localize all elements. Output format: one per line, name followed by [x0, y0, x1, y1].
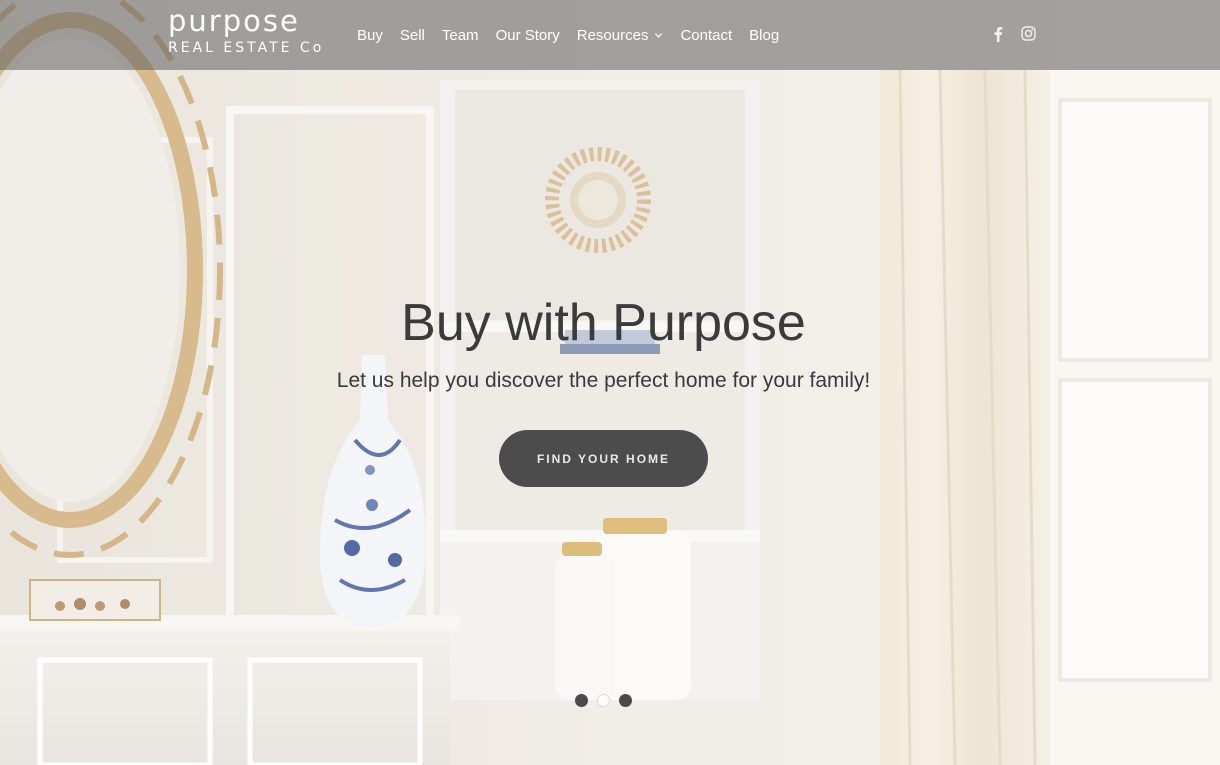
hero-subtitle: Let us help you discover the perfect hom… — [336, 369, 871, 392]
site-header: purpose REAL ESTATE Co Buy Sell Team Our… — [0, 0, 1220, 70]
chevron-down-icon — [655, 32, 663, 38]
nav-item-team[interactable]: Team — [442, 27, 479, 44]
hero-slider: purpose REAL ESTATE Co Buy Sell Team Our… — [0, 0, 1220, 765]
brand-name: purpose — [168, 4, 300, 38]
slider-dot-3[interactable] — [619, 694, 632, 707]
main-nav: Buy Sell Team Our Story Resources Contac… — [357, 24, 796, 46]
nav-item-blog[interactable]: Blog — [749, 27, 779, 44]
nav-item-resources[interactable]: Resources — [577, 27, 664, 44]
hero-title: Buy with Purpose — [401, 294, 806, 352]
slider-dot-2[interactable] — [597, 694, 610, 707]
nav-item-contact[interactable]: Contact — [680, 27, 732, 44]
nav-item-resources-label: Resources — [576, 26, 649, 44]
nav-item-buy[interactable]: Buy — [357, 27, 383, 44]
find-your-home-button[interactable]: FIND YOUR HOME — [499, 430, 708, 487]
brand-tagline: REAL ESTATE Co — [168, 40, 325, 56]
brand-logo[interactable]: purpose REAL ESTATE Co — [168, 4, 324, 57]
nav-item-our-story[interactable]: Our Story — [496, 27, 560, 44]
nav-item-sell[interactable]: Sell — [400, 27, 425, 44]
facebook-icon[interactable] — [992, 26, 1004, 42]
slider-pagination — [575, 694, 641, 707]
instagram-icon[interactable] — [1021, 26, 1036, 41]
slider-dot-1[interactable] — [575, 694, 588, 707]
